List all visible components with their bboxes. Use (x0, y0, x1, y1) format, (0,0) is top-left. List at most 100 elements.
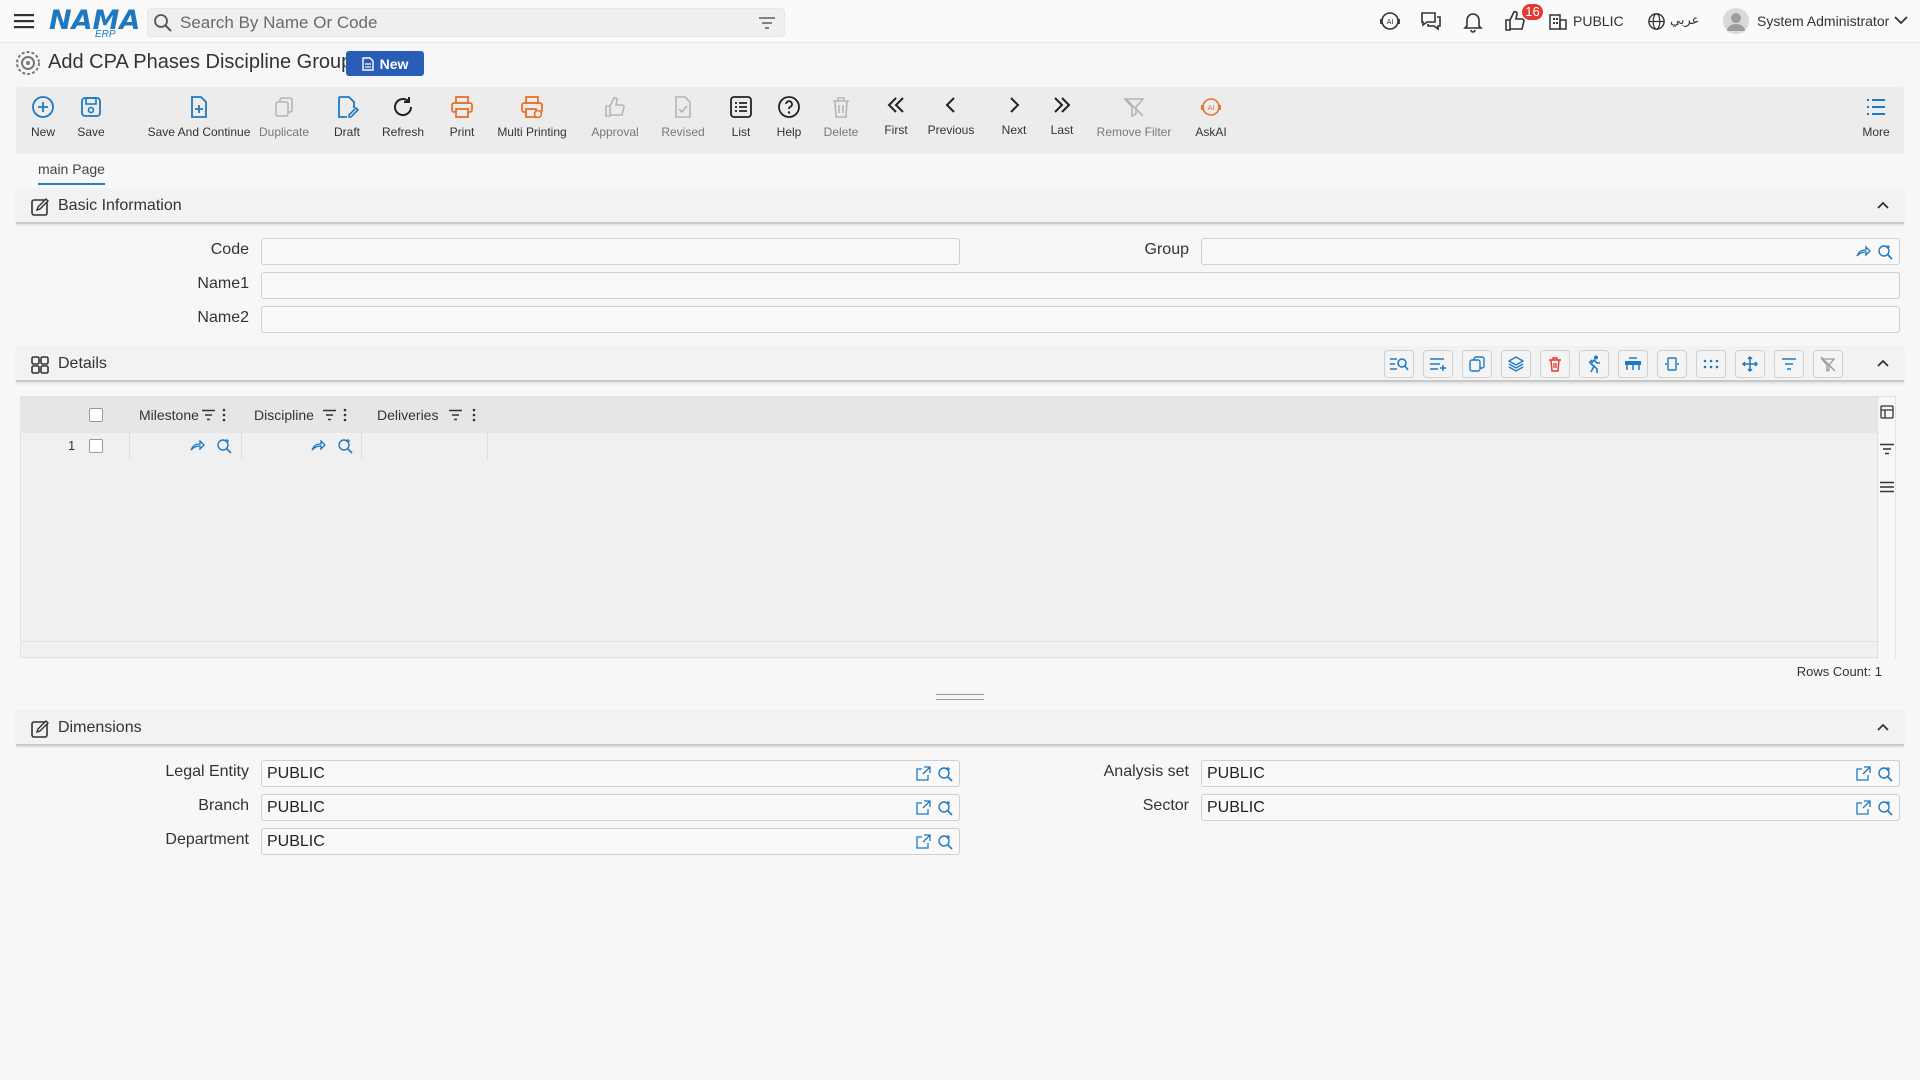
external-link-icon[interactable] (1856, 800, 1871, 815)
lookup-search-icon[interactable] (1877, 800, 1893, 816)
name2-field[interactable] (261, 306, 1900, 333)
lookup-search-icon[interactable] (337, 438, 353, 454)
run-icon[interactable] (1579, 350, 1609, 378)
duplicate-label: Duplicate (258, 125, 310, 139)
search-input[interactable] (178, 12, 738, 34)
lookup-search-icon[interactable] (1877, 766, 1893, 782)
trash-icon (827, 93, 855, 121)
chevron-up-icon[interactable] (1876, 720, 1890, 734)
group-field[interactable] (1201, 238, 1900, 265)
bell-icon[interactable] (1461, 9, 1485, 33)
column-menu-icon[interactable] (472, 408, 476, 422)
open-link-icon[interactable] (310, 438, 326, 454)
status-badge-label: New (379, 55, 409, 72)
delete-row-icon[interactable] (1540, 350, 1570, 378)
column-menu-icon[interactable] (343, 408, 347, 422)
legal-entity-field[interactable]: PUBLIC (261, 760, 960, 787)
approval-button[interactable]: Approval (590, 93, 640, 151)
chat-icon[interactable] (1419, 9, 1443, 33)
sector-field[interactable]: PUBLIC (1201, 794, 1900, 821)
avatar[interactable] (1722, 7, 1750, 35)
column-width-icon[interactable] (1657, 350, 1687, 378)
language-toggle[interactable]: عربي (1670, 13, 1699, 28)
lookup-search-icon[interactable] (216, 438, 232, 454)
sort-filter-icon[interactable] (1774, 350, 1804, 378)
filter-icon[interactable] (758, 15, 776, 31)
grid-search-icon[interactable] (1384, 350, 1414, 378)
columns-panel-icon[interactable] (1880, 405, 1894, 419)
tab-main-page[interactable]: main Page (38, 161, 105, 185)
print-button[interactable]: Print (447, 93, 477, 151)
company-selector[interactable]: PUBLIC (1573, 13, 1624, 29)
grid-footer (21, 641, 1879, 659)
globe-icon[interactable] (1647, 12, 1666, 31)
column-header-deliveries[interactable]: Deliveries (377, 407, 438, 423)
external-link-icon[interactable] (1856, 766, 1871, 781)
dots-grid-icon[interactable] (1696, 350, 1726, 378)
menu-icon[interactable] (13, 10, 35, 32)
table-row[interactable]: 1 (21, 433, 491, 459)
chevron-down-icon[interactable] (1894, 15, 1908, 25)
analysis-set-field[interactable]: PUBLIC (1201, 760, 1900, 787)
column-filter-icon[interactable] (449, 409, 462, 421)
first-button[interactable]: First (880, 91, 912, 149)
thumbs-up-icon (601, 93, 629, 121)
user-name[interactable]: System Administrator (1757, 13, 1889, 29)
lookup-search-icon[interactable] (937, 834, 953, 850)
layers-icon[interactable] (1501, 350, 1531, 378)
add-row-icon[interactable] (1423, 350, 1453, 378)
page-title: Add CPA Phases Discipline Group (48, 51, 353, 73)
column-header-discipline[interactable]: Discipline (254, 407, 314, 423)
lookup-search-icon[interactable] (937, 766, 953, 782)
last-button[interactable]: Last (1046, 91, 1078, 149)
duplicate-button[interactable]: Duplicate (258, 93, 310, 151)
multi-printing-button[interactable]: Multi Printing (495, 93, 569, 151)
delete-button[interactable]: Delete (821, 93, 861, 151)
branch-field[interactable]: PUBLIC (261, 794, 960, 821)
lookup-search-icon[interactable] (1877, 244, 1893, 260)
chevron-up-icon[interactable] (1876, 198, 1890, 212)
ai-assistant-icon[interactable]: AI (1378, 9, 1402, 33)
draft-button[interactable]: Draft (330, 93, 364, 151)
table-icon[interactable] (1618, 350, 1648, 378)
help-button[interactable]: Help (772, 93, 806, 151)
group-label: Group (1144, 241, 1189, 258)
name1-field[interactable] (261, 272, 1900, 299)
column-filter-icon[interactable] (202, 409, 215, 421)
refresh-button[interactable]: Refresh (379, 93, 427, 151)
column-menu-icon[interactable] (222, 408, 226, 422)
grid-header-row: Milestone Discipline Deliveries (21, 397, 1879, 433)
new-button[interactable]: New (28, 93, 58, 151)
more-button[interactable]: More (1859, 93, 1893, 151)
code-field[interactable] (261, 238, 960, 265)
next-button[interactable]: Next (998, 91, 1030, 149)
external-link-icon[interactable] (916, 800, 931, 815)
menu-icon[interactable] (1880, 481, 1894, 493)
move-icon[interactable] (1735, 350, 1765, 378)
row-checkbox[interactable] (89, 439, 103, 453)
save-button[interactable]: Save (76, 93, 106, 151)
column-header-milestone[interactable]: Milestone (139, 407, 199, 423)
app-logo[interactable]: NAMA ERP (49, 3, 140, 41)
list-button[interactable]: List (726, 93, 756, 151)
basic-information-header[interactable]: Basic Information (16, 188, 1904, 224)
remove-filter-button[interactable]: Remove Filter (1094, 93, 1174, 151)
column-filter-icon[interactable] (323, 409, 336, 421)
filters-panel-icon[interactable] (1880, 443, 1894, 455)
external-link-icon[interactable] (916, 766, 931, 781)
external-link-icon[interactable] (916, 834, 931, 849)
copy-row-icon[interactable] (1462, 350, 1492, 378)
save-and-continue-button[interactable]: Save And Continue (131, 93, 267, 151)
select-all-checkbox[interactable] (89, 408, 103, 422)
svg-text:AI: AI (1208, 104, 1215, 112)
lookup-search-icon[interactable] (937, 800, 953, 816)
open-link-icon[interactable] (1855, 244, 1871, 260)
previous-button[interactable]: Previous (925, 91, 977, 149)
revised-button[interactable]: Revised (659, 93, 707, 151)
resize-handle[interactable] (936, 694, 984, 700)
askai-button[interactable]: AI AskAI (1193, 93, 1229, 151)
open-link-icon[interactable] (189, 438, 205, 454)
filter-off-icon[interactable] (1813, 350, 1843, 378)
department-field[interactable]: PUBLIC (261, 828, 960, 855)
dimensions-header[interactable]: Dimensions (16, 710, 1904, 746)
